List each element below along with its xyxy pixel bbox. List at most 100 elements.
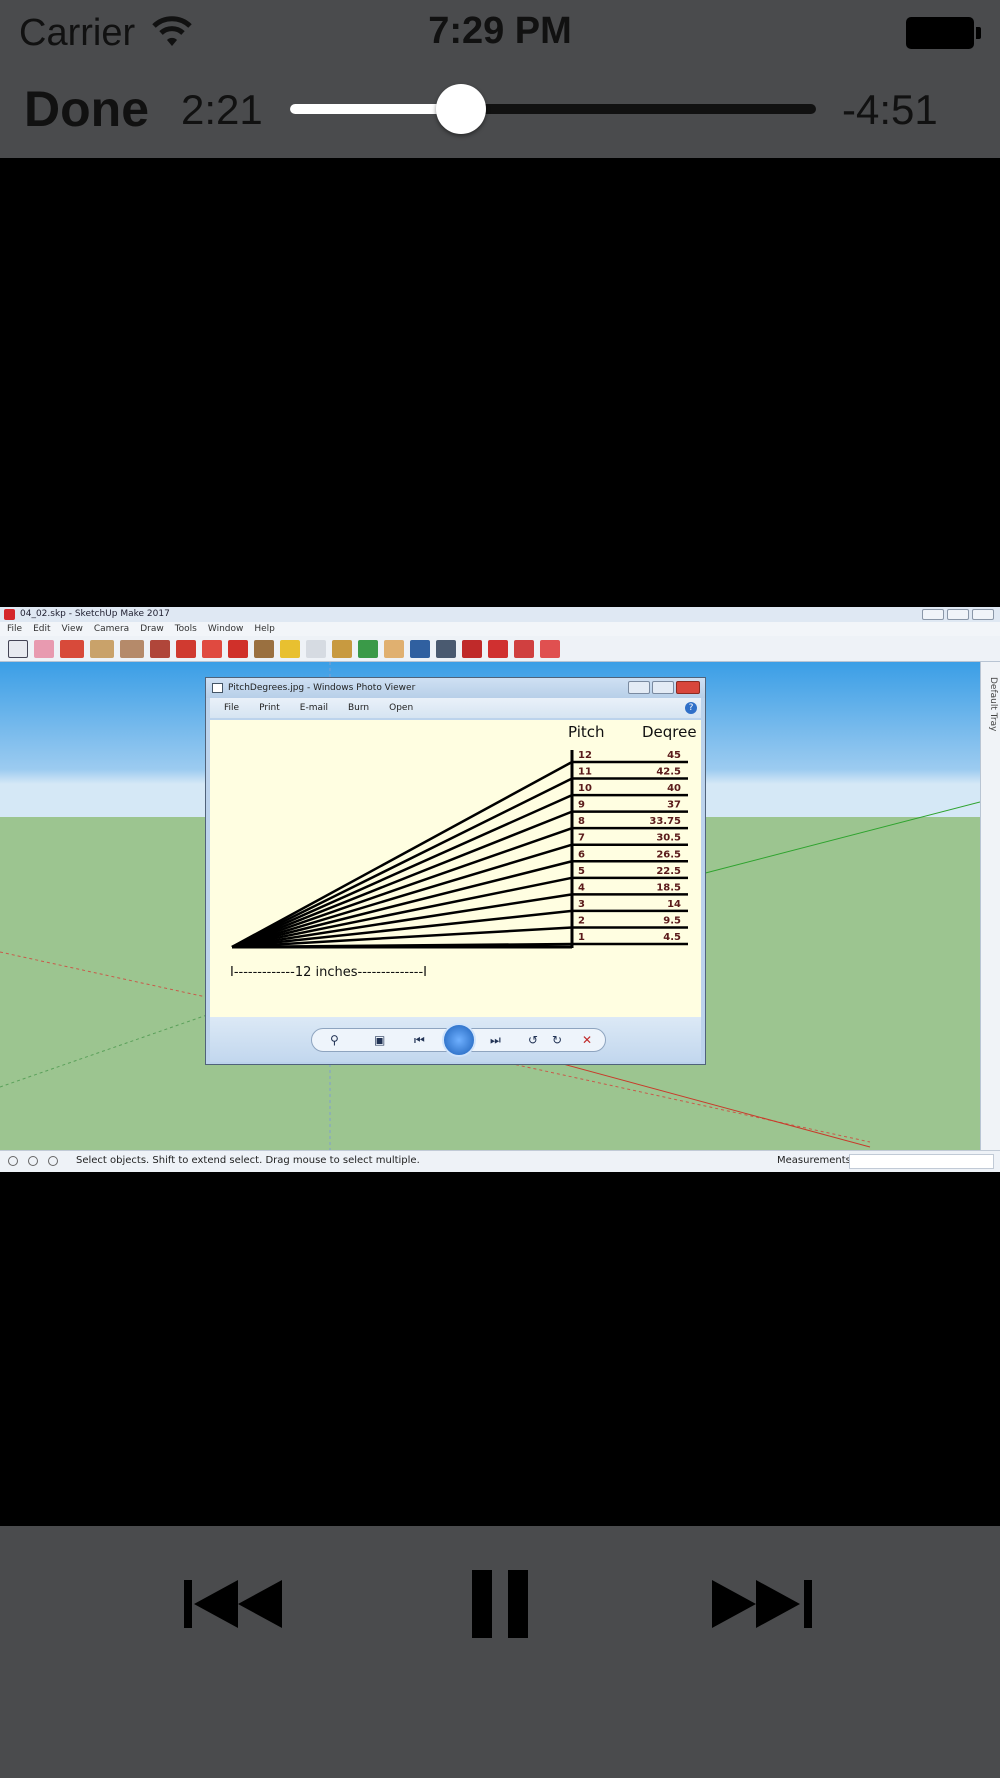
done-button[interactable]: Done <box>24 80 149 138</box>
pitch-diagram: Pitch Deqree 12 4511 42.510 409 378 33.757 30.… <box>230 723 697 980</box>
user-icon <box>48 1156 58 1166</box>
video-frame[interactable]: 04_02.skp - SketchUp Make 2017 File Edit… <box>0 607 1000 1172</box>
menu-draw: Draw <box>140 624 164 634</box>
photo-viewer-controls: ⚲ ▣ ⏮ ⏭ ↺ ↻ ✕ <box>210 1017 701 1062</box>
credits-icon <box>28 1156 38 1166</box>
pitch-value: 4 <box>578 882 585 893</box>
status-time: 7:29 PM <box>428 10 572 52</box>
transport-controls <box>0 1526 1000 1778</box>
pitch-value: 6 <box>578 849 585 860</box>
status-bar: Carrier 7:29 PM <box>0 0 1000 66</box>
delete-icon: ✕ <box>582 1033 593 1047</box>
degree-value: 26.5 <box>656 849 681 860</box>
shape-tool-icon <box>120 639 144 658</box>
elapsed-time: 2:21 <box>181 86 263 133</box>
text-tool-icon <box>306 639 326 658</box>
warehouse-icon <box>462 639 482 658</box>
arc-tool-icon <box>90 639 114 658</box>
degree-value: 30.5 <box>656 833 681 844</box>
pitch-header: Pitch <box>568 723 605 741</box>
pitch-slope-line <box>231 793 573 949</box>
sketchup-toolbar <box>0 636 1000 662</box>
sketchup-title: 04_02.skp - SketchUp Make 2017 <box>20 609 170 619</box>
sketchup-menu-bar: File Edit View Camera Draw Tools Window … <box>0 622 1000 636</box>
measurements-label: Measurements <box>777 1155 851 1166</box>
menu-view: View <box>61 624 83 634</box>
status-message: Select objects. Shift to extend select. … <box>76 1155 420 1166</box>
move-tool-icon <box>202 639 222 658</box>
pitch-rows: 12 4511 42.510 409 378 33.757 30.56 26.55 22.54 1… <box>231 750 688 949</box>
pitch-value: 5 <box>578 866 585 877</box>
tape-tool-icon <box>280 639 300 658</box>
skip-previous-button[interactable] <box>184 1576 288 1635</box>
degree-value: 40 <box>667 783 681 794</box>
remaining-time: -4:51 <box>842 86 938 133</box>
photo-viewer-window: PitchDegrees.jpg - Windows Photo Viewer … <box>205 677 706 1065</box>
pv-menu-burn: Burn <box>347 703 370 713</box>
extension-icon <box>540 639 560 658</box>
pitch-value: 8 <box>578 816 585 827</box>
pause-button[interactable] <box>470 1570 530 1641</box>
menu-file: File <box>7 624 23 634</box>
zoom-extents-icon <box>436 639 456 658</box>
share-model-icon <box>488 639 508 658</box>
pv-menu-email: E-mail <box>299 703 328 713</box>
degree-value: 4.5 <box>663 932 681 943</box>
pencil-tool-icon <box>60 639 84 658</box>
previous-image-icon: ⏮ <box>414 1033 425 1047</box>
degree-header: Deqree <box>642 723 697 741</box>
actual-size-icon: ▣ <box>374 1033 386 1047</box>
photo-viewer-icon <box>212 683 223 693</box>
slideshow-icon <box>442 1023 476 1057</box>
photo-viewer-menu: File Print E-mail Burn Open <box>210 698 701 718</box>
pitch-value: 2 <box>578 915 585 926</box>
menu-camera: Camera <box>93 624 130 634</box>
pitch-value: 11 <box>578 767 592 778</box>
zoom-tool-icon <box>410 639 430 658</box>
push-pull-tool-icon <box>150 639 170 658</box>
sketchup-window-buttons <box>922 609 994 620</box>
pitch-degrees-image: Pitch Deqree 12 45 11 42.5 10 40 9 37 8 33.75 7 30.… <box>210 720 701 1017</box>
photo-viewer-control-pill: ⚲ ▣ ⏮ ⏭ ↺ ↻ ✕ <box>311 1023 606 1057</box>
pv-menu-file: File <box>224 703 240 713</box>
rotate-right-icon: ↻ <box>552 1033 563 1047</box>
pitch-slope-line <box>231 843 573 949</box>
pause-icon <box>472 1570 528 1638</box>
degree-value: 33.75 <box>649 816 681 827</box>
geo-location-icon <box>8 1156 18 1166</box>
sketchup-logo-icon <box>4 609 15 620</box>
sketchup-title-bar: 04_02.skp - SketchUp Make 2017 <box>0 607 1000 622</box>
pitch-value: 1 <box>578 932 585 943</box>
pitch-slope-line <box>231 810 573 949</box>
rotate-tool-icon <box>228 639 248 658</box>
measurements-box <box>849 1154 994 1169</box>
degree-value: 18.5 <box>656 882 681 893</box>
menu-help: Help <box>254 624 275 634</box>
pitch-value: 10 <box>578 783 592 794</box>
pan-tool-icon <box>384 639 404 658</box>
pitch-value: 9 <box>578 800 585 811</box>
battery-icon <box>906 17 974 49</box>
pitch-value: 12 <box>578 750 592 761</box>
menu-window: Window <box>207 624 244 634</box>
degree-value: 37 <box>667 800 681 811</box>
orbit-tool-icon <box>358 639 378 658</box>
degree-value: 9.5 <box>663 915 681 926</box>
pitch-slope-line <box>231 760 573 949</box>
skip-next-button[interactable] <box>712 1576 816 1635</box>
pv-menu-open: Open <box>389 703 414 713</box>
menu-tools: Tools <box>174 624 197 634</box>
photo-viewer-window-buttons <box>628 681 700 694</box>
menu-edit: Edit <box>33 624 51 634</box>
player-controls: Done 2:21 -4:51 <box>0 66 1000 158</box>
default-tray-label: Default Tray <box>988 677 998 732</box>
photo-viewer-title: PitchDegrees.jpg - Windows Photo Viewer <box>228 683 416 693</box>
pitch-value: 3 <box>578 899 585 910</box>
scrubber-track[interactable] <box>290 104 816 114</box>
zoom-icon: ⚲ <box>330 1033 339 1047</box>
twelve-inches-label: I-------------12 inches--------------I <box>230 965 427 980</box>
get-models-icon <box>514 639 534 658</box>
next-image-icon: ⏭ <box>490 1033 501 1047</box>
scrubber-thumb[interactable] <box>435 84 486 134</box>
degree-value: 14 <box>667 899 681 910</box>
